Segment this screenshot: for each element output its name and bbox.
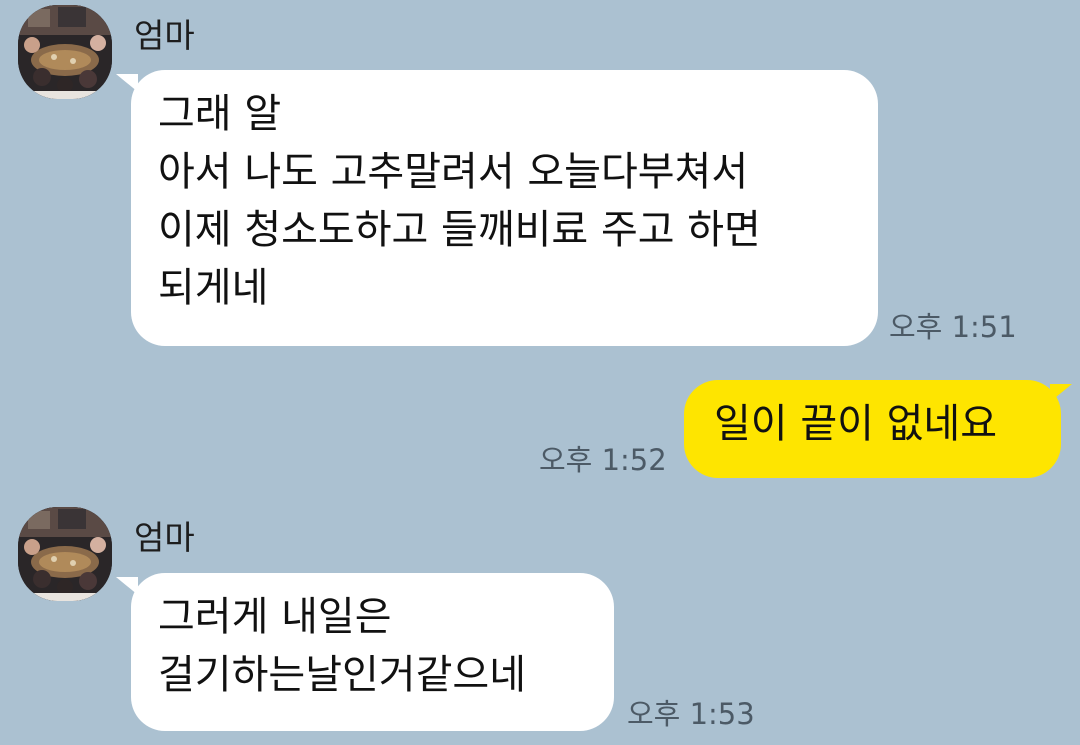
message-bubble[interactable]: 일이 끝이 없네요 <box>684 380 1061 478</box>
message-timestamp: 오후 1:51 <box>889 310 1017 344</box>
chat-room: 엄마 그래 알 아서 나도 고추말려서 오늘다부쳐서 이제 청소도하고 들깨비료… <box>0 0 1080 745</box>
message-line: 이제 청소도하고 들깨비료 주고 하면 <box>158 207 761 253</box>
message-line: 아서 나도 고추말려서 오늘다부쳐서 <box>158 149 749 195</box>
message-line: 그러게 내일은 <box>158 594 392 640</box>
bubble-tail <box>1050 384 1072 402</box>
message-bubble[interactable]: 그래 알 아서 나도 고추말려서 오늘다부쳐서 이제 청소도하고 들깨비료 주고… <box>131 70 878 346</box>
sender-name: 엄마 <box>134 16 195 55</box>
profile-photo <box>18 507 112 601</box>
message-line: 일이 끝이 없네요 <box>714 401 998 447</box>
message-timestamp: 오후 1:53 <box>627 697 755 731</box>
message-line: 그래 알 <box>158 91 282 137</box>
avatar[interactable] <box>18 507 112 601</box>
message-timestamp: 오후 1:52 <box>539 443 667 477</box>
profile-photo <box>18 5 112 99</box>
message-bubble[interactable]: 그러게 내일은 걸기하는날인거같으네 <box>131 573 614 731</box>
sender-name: 엄마 <box>134 518 195 557</box>
message-line: 되게네 <box>158 265 269 311</box>
avatar[interactable] <box>18 5 112 99</box>
message-line: 걸기하는날인거같으네 <box>158 652 526 698</box>
